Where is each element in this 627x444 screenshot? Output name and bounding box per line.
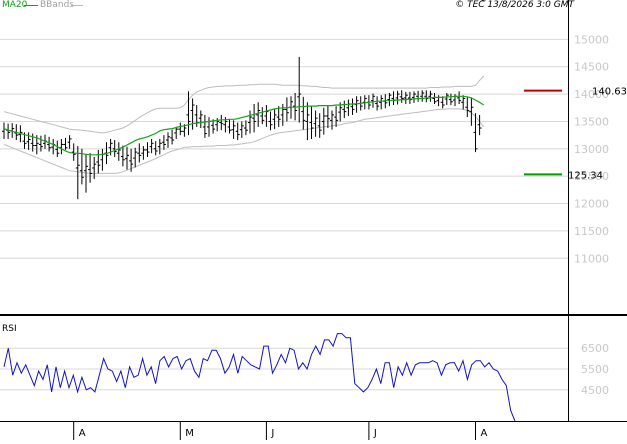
price-y-tick-label: 13500 xyxy=(574,115,609,128)
price-y-tick-label: 15000 xyxy=(574,33,609,46)
price-y-tick-label: 11000 xyxy=(574,252,609,265)
rsi-line xyxy=(3,333,516,422)
rsi-title: RSI xyxy=(2,324,17,334)
bbands-lower-line xyxy=(3,108,485,174)
x-tick-label: J xyxy=(373,428,377,439)
bbands-legend-label: BBands xyxy=(40,0,74,10)
ma-legend-line xyxy=(24,5,38,6)
copyright-timestamp: © TEC 13/8/2026 3:0 GMT xyxy=(455,0,574,10)
x-tick-label: J xyxy=(270,428,274,439)
price-y-tick-label: 13000 xyxy=(574,143,609,156)
resistance-level-label: 140.63 xyxy=(592,87,627,98)
bbands-legend-line xyxy=(71,5,83,6)
bbands-upper-line xyxy=(3,75,485,134)
chart-svg: 1100011500120001250013000135001400014500… xyxy=(0,0,627,440)
rsi-y-tick-label: 4500 xyxy=(581,384,609,397)
x-tick-label: A xyxy=(481,428,488,439)
price-y-tick-label: 14500 xyxy=(574,61,609,74)
x-tick-label: M xyxy=(185,428,194,439)
rsi-y-tick-label: 6500 xyxy=(581,342,609,355)
support-level-label: 125.34 xyxy=(568,170,603,181)
ma20-line xyxy=(3,95,485,156)
x-tick-label: A xyxy=(79,428,86,439)
chart-root: 11000 11500 12000 12500 13000 13500 14000 14500… xyxy=(0,0,627,440)
rsi-y-tick-label: 5500 xyxy=(581,363,609,376)
price-y-tick-label: 11500 xyxy=(574,225,609,238)
price-y-tick-label: 12000 xyxy=(574,198,609,211)
